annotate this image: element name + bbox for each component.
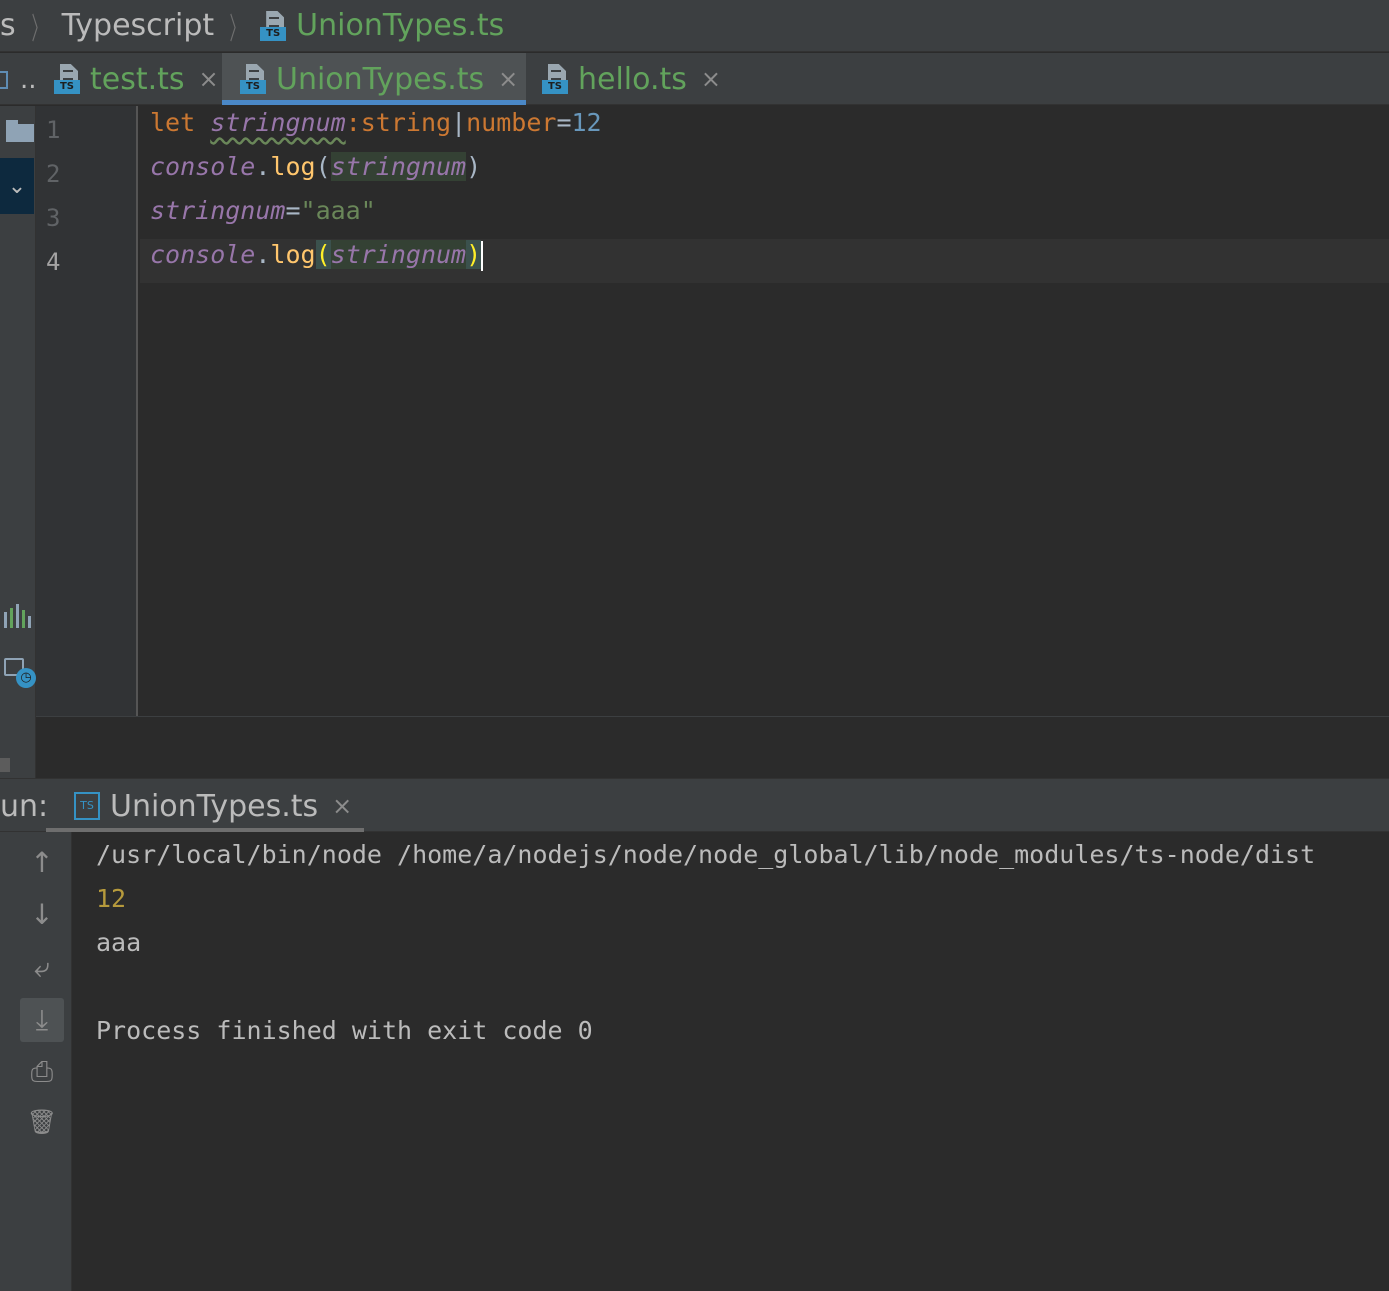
- run-toolbar: ↑ ↓ ⤶ ⤓ ⎙ 🗑: [14, 832, 72, 1291]
- breadcrumb-separator-icon: 〉: [31, 11, 47, 47]
- typescript-file-icon: TS: [240, 64, 268, 94]
- close-icon[interactable]: ×: [498, 65, 518, 93]
- text-caret: [481, 241, 484, 271]
- console-line: Process finished with exit code 0: [96, 1016, 593, 1045]
- editor-tab-bar: .. TS test.ts × TS UnionTypes.ts × TS he…: [0, 53, 1389, 105]
- line-number: 1: [46, 116, 61, 144]
- typescript-run-icon: TS: [74, 792, 100, 820]
- close-icon[interactable]: ×: [701, 65, 721, 93]
- tab-label: hello.ts: [578, 61, 687, 97]
- left-tool-strip: ⌄ ◷: [0, 106, 36, 778]
- code-line-2: console.log(stringnum): [150, 152, 482, 181]
- close-icon[interactable]: ×: [332, 792, 352, 820]
- breadcrumb-folder-label: Typescript: [61, 8, 215, 43]
- run-panel-label: un:: [0, 789, 49, 824]
- console-output[interactable]: /usr/local/bin/node /home/a/nodejs/node/…: [72, 832, 1389, 1291]
- editor-bottom-area: [36, 716, 1389, 778]
- breadcrumb-file-label: UnionTypes.ts: [296, 8, 505, 43]
- code-line-1: let stringnum:string|number=12: [150, 108, 602, 137]
- tab-hello-ts[interactable]: TS hello.ts ×: [524, 53, 728, 105]
- arrow-down-icon[interactable]: ↓: [20, 892, 64, 936]
- code-line-4: console.log(stringnum): [150, 240, 484, 271]
- print-icon[interactable]: ⎙: [20, 1050, 64, 1094]
- run-tab-uniontypes[interactable]: TS UnionTypes.ts ×: [46, 779, 364, 833]
- tab-label: UnionTypes.ts: [276, 61, 485, 97]
- console-line: /usr/local/bin/node /home/a/nodejs/node/…: [96, 840, 1316, 869]
- tab-overflow-label: ..: [20, 65, 37, 95]
- line-number-gutter: 1 2 3 4: [36, 106, 138, 716]
- run-tab-label: UnionTypes.ts: [110, 788, 319, 824]
- code-line-3: stringnum="aaa": [150, 196, 376, 225]
- scroll-to-end-icon[interactable]: ⤓: [20, 998, 64, 1042]
- trash-icon[interactable]: 🗑: [20, 1100, 64, 1144]
- line-number: 2: [46, 160, 61, 188]
- line-number-current: 4: [46, 248, 61, 276]
- breadcrumb-file[interactable]: TS UnionTypes.ts: [260, 0, 504, 52]
- folder-icon[interactable]: [6, 120, 34, 142]
- breadcrumb: s 〉 Typescript 〉 TS UnionTypes.ts: [0, 0, 1389, 52]
- soft-wrap-icon[interactable]: ⤶: [20, 946, 64, 990]
- typescript-file-icon: TS: [260, 10, 288, 41]
- console-line: aaa: [96, 928, 142, 957]
- run-panel-header: un: TS UnionTypes.ts ×: [0, 778, 1389, 833]
- arrow-up-icon[interactable]: ↑: [20, 840, 64, 884]
- typescript-file-icon: TS: [54, 64, 82, 94]
- breadcrumb-project-label: s: [0, 8, 16, 43]
- tab-uniontypes-ts[interactable]: TS UnionTypes.ts ×: [222, 53, 526, 105]
- breadcrumb-folder[interactable]: Typescript: [62, 0, 215, 52]
- tab-test-ts[interactable]: TS test.ts ×: [36, 53, 222, 105]
- line-number: 3: [46, 204, 61, 232]
- chevron-down-icon[interactable]: ⌄: [0, 158, 34, 214]
- run-left-edge: [0, 832, 14, 1291]
- breadcrumb-separator-icon: 〉: [229, 11, 245, 47]
- structure-bars-icon[interactable]: [4, 604, 31, 628]
- strip-marker: [0, 758, 10, 772]
- code-editor[interactable]: let stringnum:string|number=12 console.l…: [140, 106, 1389, 716]
- terminal-history-icon[interactable]: ◷: [4, 656, 36, 690]
- breadcrumb-project[interactable]: s: [0, 0, 16, 52]
- project-tool-toggle[interactable]: ..: [0, 53, 37, 105]
- panel-icon: [0, 71, 8, 89]
- typescript-file-icon: TS: [542, 64, 570, 94]
- close-icon[interactable]: ×: [199, 65, 219, 93]
- console-line: 12: [96, 884, 127, 913]
- tab-label: test.ts: [90, 61, 185, 97]
